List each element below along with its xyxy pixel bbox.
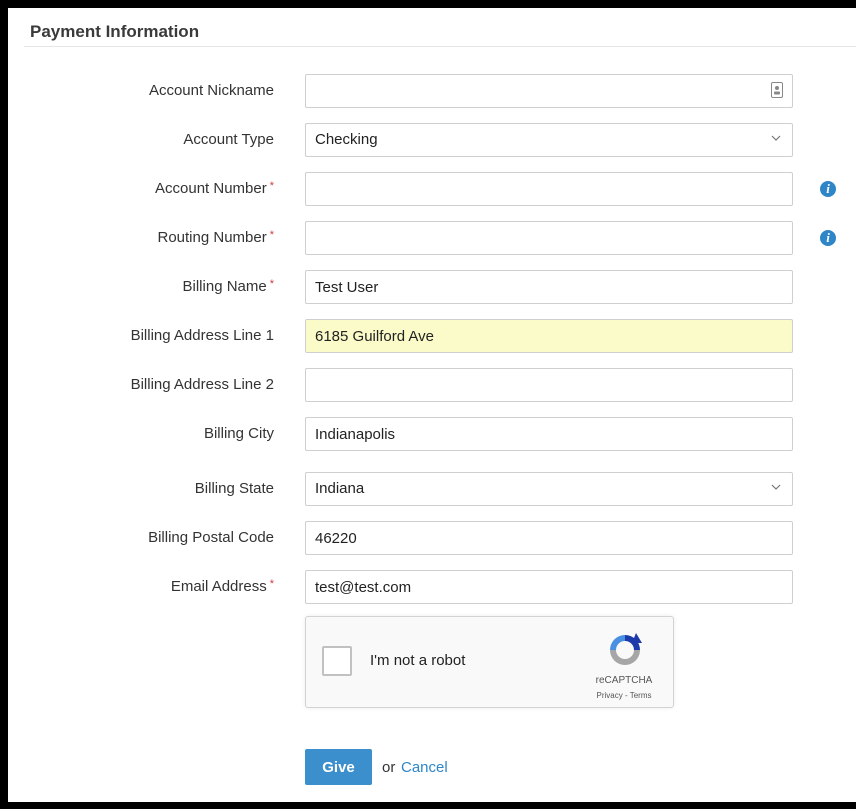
row-billing-postal-code: Billing Postal Code bbox=[8, 521, 856, 555]
contact-card-icon[interactable] bbox=[771, 82, 783, 98]
account-nickname-input[interactable] bbox=[305, 74, 793, 108]
recaptcha-checkbox[interactable] bbox=[322, 646, 352, 676]
billing-name-label: Billing Name * bbox=[182, 278, 274, 295]
row-email-address: Email Address * bbox=[8, 570, 856, 604]
billing-state-value: Indiana bbox=[305, 472, 793, 506]
required-marker: * bbox=[269, 578, 274, 590]
billing-city-label: Billing City bbox=[203, 425, 274, 442]
billing-state-select[interactable]: Indiana bbox=[305, 472, 793, 506]
billing-name-input[interactable] bbox=[305, 270, 793, 304]
billing-postal-code-label: Billing Postal Code bbox=[148, 529, 274, 546]
row-billing-address-1: Billing Address Line 1 bbox=[8, 319, 856, 353]
chevron-down-icon bbox=[771, 484, 781, 490]
title-divider bbox=[24, 46, 856, 47]
recaptcha-label: I'm not a robot bbox=[370, 652, 466, 669]
account-type-label: Account Type bbox=[183, 131, 274, 148]
account-type-value: Checking bbox=[305, 123, 793, 157]
account-number-input[interactable] bbox=[305, 172, 793, 206]
chevron-down-icon bbox=[771, 135, 781, 141]
row-billing-address-2: Billing Address Line 2 bbox=[8, 368, 856, 402]
email-address-label: Email Address * bbox=[170, 578, 274, 595]
routing-number-input[interactable] bbox=[305, 221, 793, 255]
section-title: Payment Information bbox=[30, 22, 200, 41]
row-account-number: Account Number * i bbox=[8, 172, 856, 206]
required-marker: * bbox=[269, 180, 274, 192]
email-address-input[interactable] bbox=[305, 570, 793, 604]
row-billing-city: Billing City bbox=[8, 417, 856, 451]
recaptcha-widget: I'm not a robot reCAPTCHA Privacy - Term… bbox=[305, 616, 674, 708]
required-marker: * bbox=[269, 278, 274, 290]
info-icon[interactable]: i bbox=[820, 181, 836, 197]
give-button[interactable]: Give bbox=[305, 749, 372, 785]
billing-postal-code-input[interactable] bbox=[305, 521, 793, 555]
billing-address-1-label: Billing Address Line 1 bbox=[130, 327, 274, 344]
billing-address-2-input[interactable] bbox=[305, 368, 793, 402]
recaptcha-logo-icon bbox=[610, 633, 642, 665]
billing-city-input[interactable] bbox=[305, 417, 793, 451]
required-marker: * bbox=[269, 229, 274, 241]
billing-state-label: Billing State bbox=[194, 480, 274, 497]
billing-address-1-input[interactable] bbox=[305, 319, 793, 353]
row-routing-number: Routing Number * i bbox=[8, 221, 856, 255]
account-nickname-label: Account Nickname bbox=[148, 82, 274, 99]
billing-address-2-label: Billing Address Line 2 bbox=[130, 376, 274, 393]
cancel-link[interactable]: Cancel bbox=[401, 759, 448, 776]
row-account-nickname: Account Nickname bbox=[8, 74, 856, 108]
recaptcha-links[interactable]: Privacy - Terms bbox=[579, 691, 669, 700]
or-text: or bbox=[382, 759, 396, 776]
payment-panel: Payment Information Account Nickname Acc… bbox=[8, 8, 856, 802]
info-icon[interactable]: i bbox=[820, 230, 836, 246]
row-account-type: Account Type Checking bbox=[8, 123, 856, 157]
account-number-label: Account Number * bbox=[155, 180, 274, 197]
account-type-select[interactable]: Checking bbox=[305, 123, 793, 157]
recaptcha-brand: reCAPTCHA bbox=[595, 675, 653, 686]
row-billing-name: Billing Name * bbox=[8, 270, 856, 304]
routing-number-label: Routing Number * bbox=[157, 229, 275, 246]
row-billing-state: Billing State Indiana bbox=[8, 472, 856, 506]
